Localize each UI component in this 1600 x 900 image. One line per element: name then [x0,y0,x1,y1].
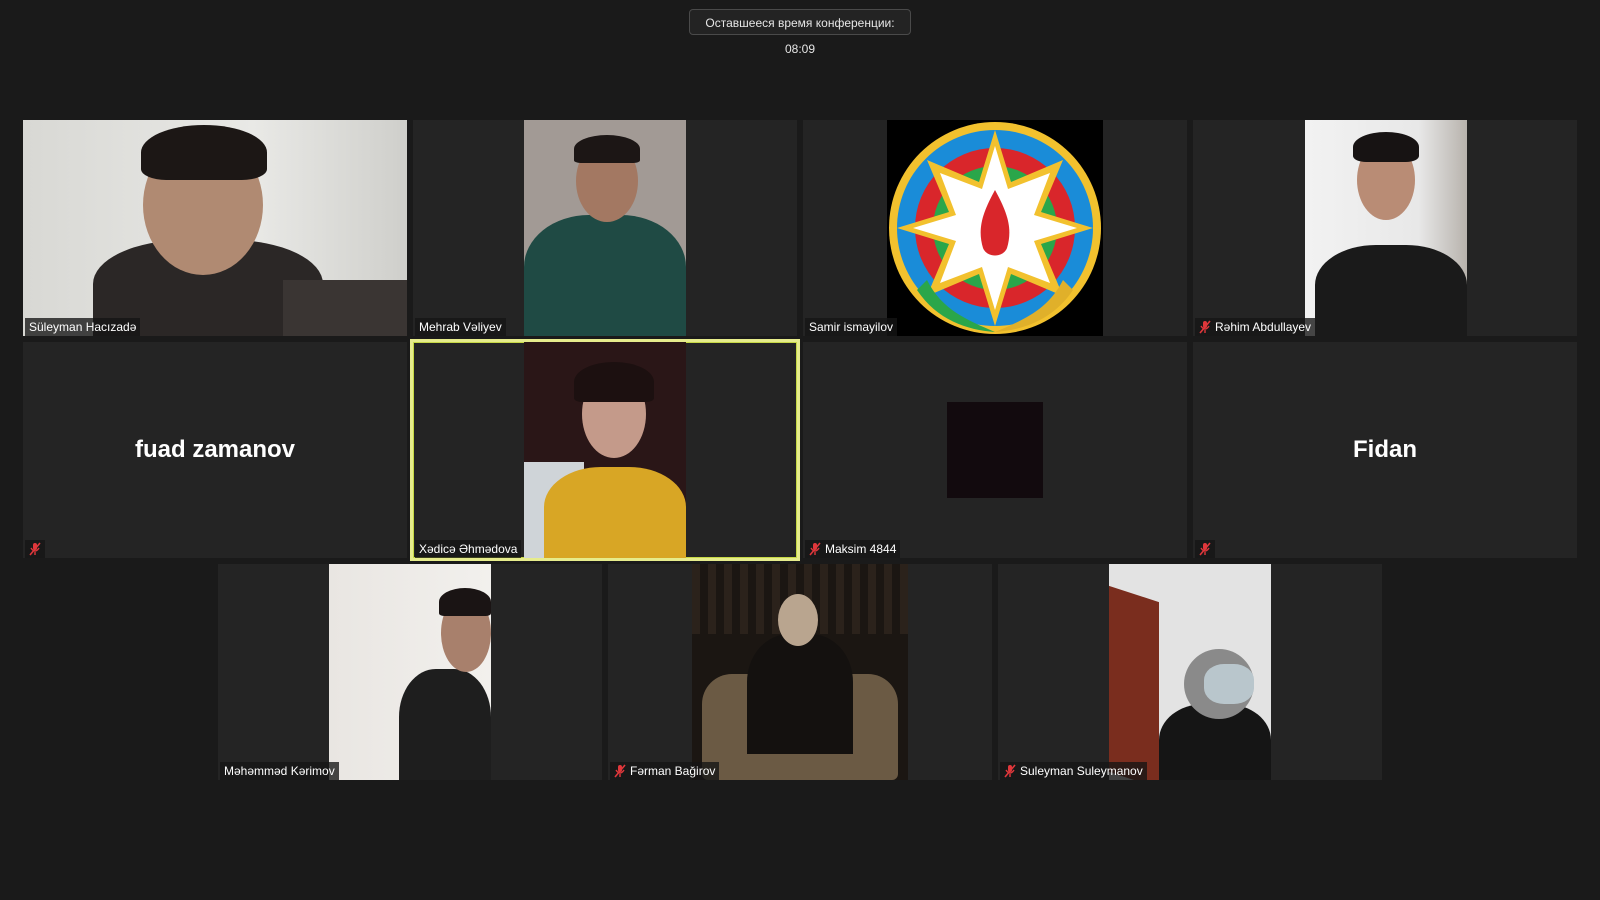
mic-muted-icon [29,542,41,556]
video-tile-mehrab-veliyev[interactable]: Mehrab Vəliyev [413,120,797,336]
video-tile-mehemmed-kerimov[interactable]: Məhəmməd Kərimov [218,564,602,780]
participant-label: Suleyman Suleymanov [1000,762,1147,780]
participant-label: Süleyman Hacızadə [25,318,141,336]
video-feed [23,120,407,336]
participant-label [1195,540,1215,558]
participant-display-name: fuad zamanov [134,436,296,463]
profile-picture [947,402,1043,498]
mic-muted-icon [1199,542,1211,556]
participant-label: Məhəmməd Kərimov [220,762,339,780]
video-tile-maksim-4844[interactable]: Maksim 4844 [803,342,1187,558]
participant-label: Maksim 4844 [805,540,901,558]
video-tile-suleyman-hacizade[interactable]: Süleyman Hacızadə [23,120,407,336]
meeting-timer: Оставшееся время конференции: 08:09 [689,9,911,56]
participant-display-name: Fidan [1353,436,1417,463]
participant-label: Xədicə Əhmədova [415,540,522,558]
video-feed [1305,120,1467,336]
video-tile-rehim-abdullayev[interactable]: Rəhim Abdullayev [1193,120,1577,336]
mic-muted-icon [614,764,626,778]
mic-muted-icon [1199,320,1211,334]
video-tile-fidan[interactable]: Fidan [1193,342,1577,558]
participant-label: Fərman Bağirov [610,762,720,780]
video-tile-fuad-zamanov[interactable]: fuad zamanov [23,342,407,558]
video-tile-suleyman-suleymanov[interactable]: Suleyman Suleymanov [998,564,1382,780]
azerbaijan-emblem-icon [889,122,1101,334]
video-tile-ferman-bagirov[interactable]: Fərman Bağirov [608,564,992,780]
video-tile-samir-ismayilov[interactable]: Samir ismayilov [803,120,1187,336]
participant-label [25,540,45,558]
participant-label: Mehrab Vəliyev [415,318,506,336]
video-feed [524,342,686,558]
mic-muted-icon [1004,764,1016,778]
participant-label: Samir ismayilov [805,318,898,336]
participant-label: Rəhim Abdullayev [1195,318,1316,336]
video-tile-xedice-ehmedova[interactable]: Xədicə Əhmədova [410,339,800,561]
video-feed [524,120,686,336]
profile-picture [692,564,908,780]
profile-picture [887,120,1103,336]
video-feed [1109,564,1271,780]
mic-muted-icon [809,542,821,556]
video-feed [329,564,491,780]
